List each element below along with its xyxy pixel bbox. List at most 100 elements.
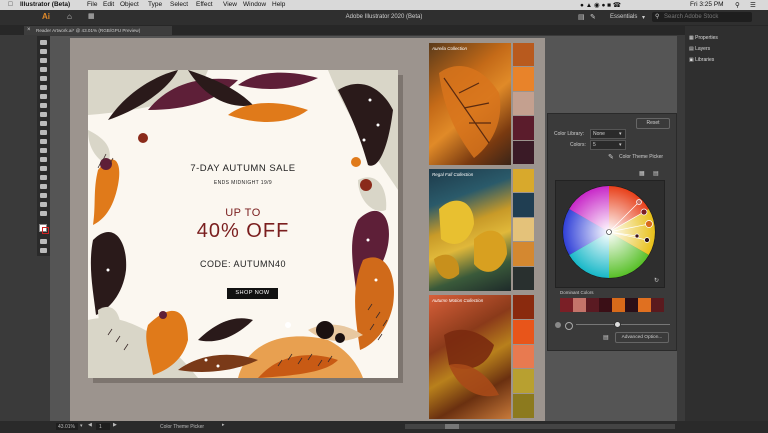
brightness-slider-handle[interactable] bbox=[614, 321, 621, 328]
first-artboard-icon[interactable]: ◀ bbox=[88, 422, 92, 428]
screen-mode-icon[interactable] bbox=[40, 248, 47, 253]
dominant-color-cell[interactable] bbox=[625, 298, 638, 312]
color-swatch[interactable] bbox=[513, 193, 534, 217]
rectangle-tool-icon[interactable] bbox=[40, 76, 47, 81]
menu-select[interactable]: Select bbox=[170, 1, 188, 8]
share-icon[interactable]: ▤ bbox=[578, 13, 585, 21]
apple-icon[interactable]:  bbox=[8, 1, 13, 8]
direct-selection-tool-icon[interactable] bbox=[40, 49, 47, 54]
dominant-color-cell[interactable] bbox=[599, 298, 612, 312]
artboard-number-field[interactable]: 1 bbox=[96, 423, 110, 430]
menu-help[interactable]: Help bbox=[272, 1, 285, 8]
photo-autumn-motion[interactable]: Autumn Motion Collection bbox=[429, 295, 511, 419]
wheel-handle-3[interactable] bbox=[645, 220, 653, 228]
brush-tool-icon[interactable] bbox=[40, 85, 47, 90]
hand-tool-icon[interactable] bbox=[40, 202, 47, 207]
dominant-color-cell[interactable] bbox=[573, 298, 586, 312]
color-swatch[interactable] bbox=[513, 369, 534, 394]
menu-type[interactable]: Type bbox=[148, 1, 162, 8]
wheel-handle-1[interactable] bbox=[636, 199, 642, 205]
wheel-handle-2[interactable] bbox=[640, 208, 648, 216]
wheel-center-handle[interactable] bbox=[606, 229, 612, 235]
zoom-tool-icon[interactable] bbox=[40, 211, 47, 216]
advanced-options-button[interactable]: Advanced Option... bbox=[615, 332, 669, 343]
menu-clock[interactable]: Fri 3:25 PM bbox=[690, 1, 724, 8]
pen-icon[interactable]: ✎ bbox=[590, 13, 596, 21]
dominant-color-cell[interactable] bbox=[638, 298, 651, 312]
color-swatch[interactable] bbox=[513, 394, 534, 418]
menu-view[interactable]: View bbox=[223, 1, 237, 8]
line-tool-icon[interactable] bbox=[40, 103, 47, 108]
status-icons[interactable]: ● ▲ ◉ ● ■ ☎ bbox=[580, 1, 621, 9]
menu-edit[interactable]: Edit bbox=[103, 1, 114, 8]
stroke-color-swatch[interactable] bbox=[42, 227, 49, 234]
dominant-colors-strip[interactable] bbox=[560, 298, 664, 312]
eyedropper-tool-icon[interactable] bbox=[40, 157, 47, 162]
spotlight-icon[interactable]: ⚲ bbox=[735, 1, 740, 9]
menu-list-icon[interactable]: ☰ bbox=[750, 1, 756, 9]
color-swatch[interactable] bbox=[513, 116, 534, 140]
photo-aurelia[interactable]: Aurelia Collection bbox=[429, 43, 511, 165]
color-wheel-area[interactable]: ↻ bbox=[555, 180, 665, 288]
color-swatch[interactable] bbox=[513, 91, 534, 116]
chevron-down-icon[interactable]: ▾ bbox=[80, 423, 83, 429]
zoom-field[interactable]: 43.01% bbox=[56, 423, 78, 430]
artboard-tool-icon[interactable] bbox=[40, 193, 47, 198]
photo-regal[interactable]: Regal Fall Collection bbox=[429, 169, 511, 291]
brightness-slider-track[interactable] bbox=[576, 324, 670, 325]
scrollbar-thumb[interactable] bbox=[445, 424, 459, 429]
wheel-handle-4[interactable] bbox=[634, 233, 640, 239]
panel-libraries[interactable]: ▣ Libraries bbox=[689, 57, 714, 63]
wheel-handle-5[interactable] bbox=[644, 237, 650, 243]
color-swatch[interactable] bbox=[513, 43, 534, 67]
color-wheel[interactable] bbox=[556, 181, 664, 287]
swatch-save-icon[interactable]: ▤ bbox=[603, 334, 609, 341]
color-swatch[interactable] bbox=[513, 140, 534, 164]
selection-tool-icon[interactable] bbox=[40, 40, 47, 45]
color-swatch[interactable] bbox=[513, 319, 534, 344]
symbol-tool-icon[interactable] bbox=[40, 175, 47, 180]
blend-tool-icon[interactable] bbox=[40, 166, 47, 171]
dominant-color-cell[interactable] bbox=[651, 298, 664, 312]
curvature-tool-icon[interactable] bbox=[40, 67, 47, 72]
chevron-right-icon[interactable]: ▸ bbox=[222, 422, 225, 428]
bars-view-icon[interactable]: ▤ bbox=[653, 170, 659, 177]
menu-object[interactable]: Object bbox=[120, 1, 139, 8]
shop-now-button[interactable]: SHOP NOW bbox=[227, 288, 278, 299]
eyedropper-icon[interactable]: ✎ bbox=[608, 153, 614, 161]
menu-window[interactable]: Window bbox=[243, 1, 266, 8]
color-swatch[interactable] bbox=[513, 67, 534, 91]
link-harmony-icon[interactable]: ↻ bbox=[654, 277, 659, 284]
stock-search-field[interactable]: ⚲ Search Adobe Stock bbox=[652, 12, 752, 22]
reset-button[interactable]: Reset bbox=[636, 118, 670, 129]
menu-file[interactable]: File bbox=[87, 1, 97, 8]
pen-tool-icon[interactable] bbox=[40, 58, 47, 63]
eraser-tool-icon[interactable] bbox=[40, 121, 47, 126]
shape-builder-tool-icon[interactable] bbox=[40, 139, 47, 144]
scale-tool-icon[interactable] bbox=[40, 130, 47, 135]
panel-layers[interactable]: ▤ Layers bbox=[689, 46, 710, 52]
color-library-select[interactable]: None ▾ bbox=[590, 129, 626, 139]
harmony-rules-icon[interactable]: ▦ bbox=[639, 170, 645, 177]
document-tab[interactable]: × Reader Artwork.ai* @ 43.01% (RGB/GPU P… bbox=[24, 26, 172, 35]
next-artboard-icon[interactable]: ▶ bbox=[113, 422, 117, 428]
close-tab-icon[interactable]: × bbox=[27, 27, 31, 33]
panel-properties[interactable]: ▦ Properties bbox=[689, 35, 718, 41]
color-swatch[interactable] bbox=[513, 266, 534, 290]
artboard[interactable]: 7-DAY AUTUMN SALE ENDS MIDNIGHT 19/9 UP … bbox=[88, 70, 398, 378]
horizontal-scrollbar[interactable] bbox=[405, 424, 675, 429]
rotate-tool-icon[interactable] bbox=[40, 112, 47, 117]
color-swatch[interactable] bbox=[513, 344, 534, 369]
dominant-color-cell[interactable] bbox=[560, 298, 573, 312]
graph-tool-icon[interactable] bbox=[40, 184, 47, 189]
drawing-modes-icon[interactable] bbox=[40, 239, 47, 244]
color-swatch[interactable] bbox=[513, 217, 534, 242]
color-swatch[interactable] bbox=[513, 295, 534, 319]
workspace-switcher[interactable]: Essentials bbox=[610, 14, 637, 20]
type-tool-icon[interactable] bbox=[40, 94, 47, 99]
chevron-down-icon[interactable]: ▾ bbox=[642, 14, 645, 21]
menu-effect[interactable]: Effect bbox=[196, 1, 213, 8]
menu-app-name[interactable]: Illustrator (Beta) bbox=[20, 1, 70, 8]
colors-count-select[interactable]: 5 ▾ bbox=[590, 140, 626, 150]
color-swatch[interactable] bbox=[513, 169, 534, 193]
